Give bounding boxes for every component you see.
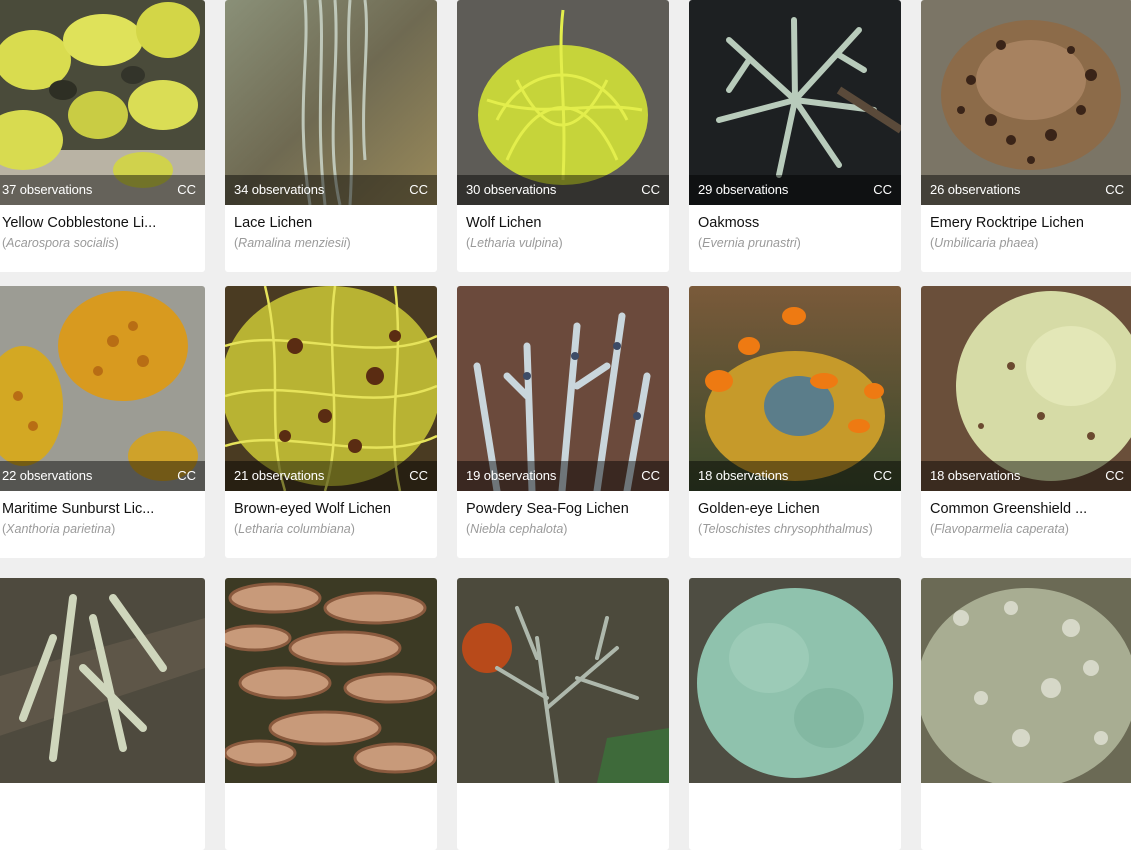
- photo-caption-bar: 18 observations CC: [921, 461, 1131, 491]
- species-photo[interactable]: 37 observations CC: [0, 0, 205, 205]
- species-photo[interactable]: 22 observations CC: [0, 286, 205, 491]
- license-badge[interactable]: CC: [1105, 468, 1124, 483]
- license-badge[interactable]: CC: [409, 468, 428, 483]
- photo-caption-bar: 22 observations CC: [0, 461, 205, 491]
- observation-count: 34 observations: [234, 182, 325, 197]
- scientific-name: (Flavoparmelia caperata): [930, 522, 1069, 536]
- photo-caption-bar: 19 observations CC: [457, 461, 669, 491]
- common-name[interactable]: Emery Rocktripe Lichen: [930, 215, 1125, 231]
- species-card[interactable]: [921, 578, 1131, 850]
- common-name[interactable]: Common Greenshield ...: [930, 501, 1125, 517]
- species-photo[interactable]: 21 observations CC: [225, 286, 437, 491]
- scientific-name: (Xanthoria parietina): [2, 522, 116, 536]
- observation-count: 29 observations: [698, 182, 789, 197]
- scientific-name: (Umbilicaria phaea): [930, 236, 1039, 250]
- species-card[interactable]: 29 observations CC Oakmoss (Evernia prun…: [689, 0, 901, 272]
- license-badge[interactable]: CC: [873, 468, 892, 483]
- species-card[interactable]: 21 observations CC Brown-eyed Wolf Liche…: [225, 286, 437, 558]
- common-name[interactable]: Golden-eye Lichen: [698, 501, 893, 517]
- species-card[interactable]: 37 observations CC Yellow Cobblestone Li…: [0, 0, 205, 272]
- species-card[interactable]: [689, 578, 901, 850]
- species-card[interactable]: 34 observations CC Lace Lichen (Ramalina…: [225, 0, 437, 272]
- species-photo[interactable]: [921, 578, 1131, 783]
- species-photo[interactable]: 19 observations CC: [457, 286, 669, 491]
- species-photo[interactable]: 34 observations CC: [225, 0, 437, 205]
- common-name[interactable]: Wolf Lichen: [466, 215, 661, 231]
- species-card[interactable]: [0, 578, 205, 850]
- license-badge[interactable]: CC: [177, 182, 196, 197]
- scientific-name: (Teloschistes chrysophthalmus): [698, 522, 873, 536]
- license-badge[interactable]: CC: [873, 182, 892, 197]
- species-card[interactable]: 26 observations CC Emery Rocktripe Liche…: [921, 0, 1131, 272]
- observation-count: 30 observations: [466, 182, 557, 197]
- observation-count: 21 observations: [234, 468, 325, 483]
- license-badge[interactable]: CC: [641, 468, 660, 483]
- scientific-name: (Letharia vulpina): [466, 236, 563, 250]
- scientific-name: (Evernia prunastri): [698, 236, 801, 250]
- species-photo[interactable]: 26 observations CC: [921, 0, 1131, 205]
- species-photo[interactable]: [225, 578, 437, 783]
- license-badge[interactable]: CC: [177, 468, 196, 483]
- species-photo[interactable]: 29 observations CC: [689, 0, 901, 205]
- photo-caption-bar: 26 observations CC: [921, 175, 1131, 205]
- species-photo[interactable]: [457, 578, 669, 783]
- common-name[interactable]: Brown-eyed Wolf Lichen: [234, 501, 429, 517]
- species-card[interactable]: 18 observations CC Common Greenshield ..…: [921, 286, 1131, 558]
- photo-caption-bar: 21 observations CC: [225, 461, 437, 491]
- species-card[interactable]: [225, 578, 437, 850]
- scientific-name: (Acarospora socialis): [2, 236, 119, 250]
- common-name[interactable]: Powdery Sea-Fog Lichen: [466, 501, 661, 517]
- species-photo[interactable]: 18 observations CC: [689, 286, 901, 491]
- photo-caption-bar: 18 observations CC: [689, 461, 901, 491]
- observation-count: 18 observations: [698, 468, 789, 483]
- scientific-name: (Niebla cephalota): [466, 522, 568, 536]
- observation-count: 22 observations: [2, 468, 93, 483]
- species-card[interactable]: 18 observations CC Golden-eye Lichen (Te…: [689, 286, 901, 558]
- photo-caption-bar: 30 observations CC: [457, 175, 669, 205]
- species-card[interactable]: 19 observations CC Powdery Sea-Fog Liche…: [457, 286, 669, 558]
- scientific-name: (Letharia columbiana): [234, 522, 355, 536]
- species-photo[interactable]: [0, 578, 205, 783]
- species-card[interactable]: 30 observations CC Wolf Lichen (Letharia…: [457, 0, 669, 272]
- observation-count: 19 observations: [466, 468, 557, 483]
- common-name[interactable]: Yellow Cobblestone Li...: [2, 215, 197, 231]
- species-photo[interactable]: 30 observations CC: [457, 0, 669, 205]
- observation-count: 37 observations: [2, 182, 93, 197]
- species-photo[interactable]: [689, 578, 901, 783]
- common-name[interactable]: Oakmoss: [698, 215, 893, 231]
- scientific-name: (Ramalina menziesii): [234, 236, 351, 250]
- common-name[interactable]: Lace Lichen: [234, 215, 429, 231]
- species-card[interactable]: [457, 578, 669, 850]
- observation-count: 18 observations: [930, 468, 1021, 483]
- photo-caption-bar: 37 observations CC: [0, 175, 205, 205]
- observation-count: 26 observations: [930, 182, 1021, 197]
- common-name[interactable]: Maritime Sunburst Lic...: [2, 501, 197, 517]
- license-badge[interactable]: CC: [641, 182, 660, 197]
- species-photo[interactable]: 18 observations CC: [921, 286, 1131, 491]
- license-badge[interactable]: CC: [1105, 182, 1124, 197]
- license-badge[interactable]: CC: [409, 182, 428, 197]
- species-card[interactable]: 22 observations CC Maritime Sunburst Lic…: [0, 286, 205, 558]
- photo-caption-bar: 34 observations CC: [225, 175, 437, 205]
- photo-caption-bar: 29 observations CC: [689, 175, 901, 205]
